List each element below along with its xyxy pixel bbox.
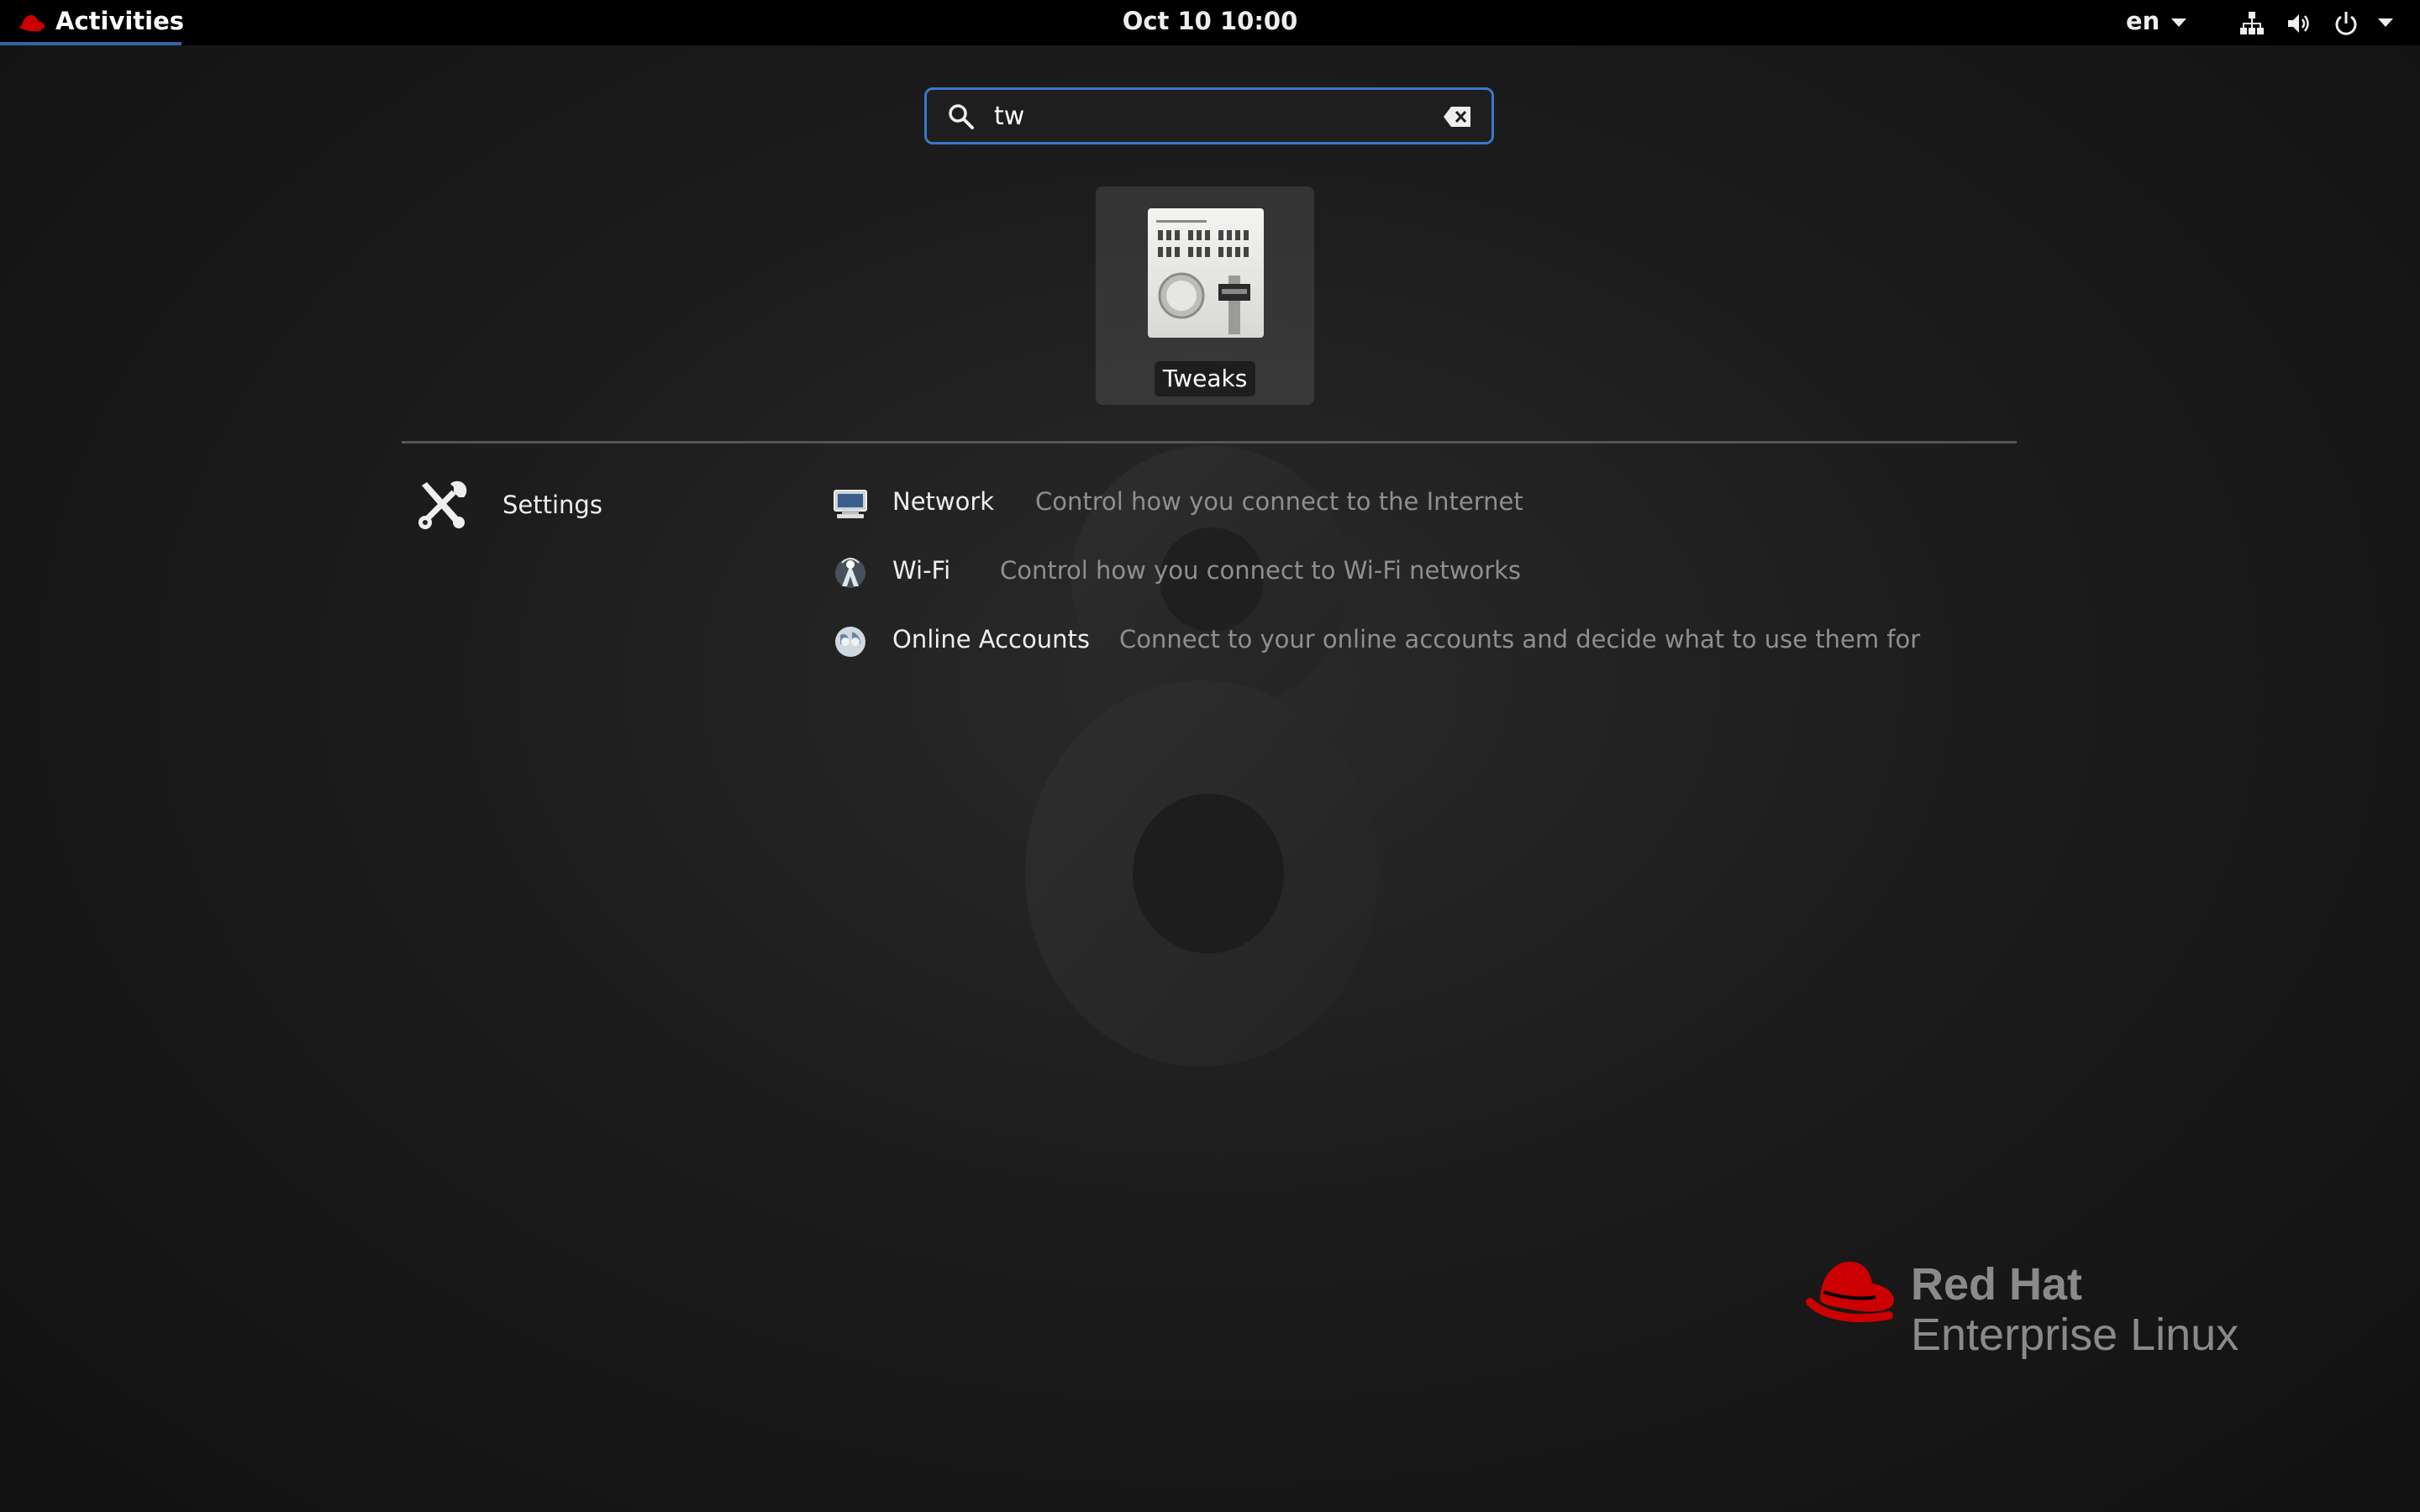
network-icon [834,490,867,518]
app-result-label: Tweaks [1155,361,1255,396]
result-network[interactable]: Network Control how you connect to the I… [832,479,1924,529]
volume-icon[interactable] [2286,10,2312,37]
activities-label: Activities [55,7,185,35]
results-separator [402,441,2017,444]
tweaks-icon [1148,208,1264,338]
search-input[interactable] [994,97,1414,135]
search-provider-settings[interactable]: Settings [415,479,667,539]
result-title: Network [892,487,995,516]
redhat-branding: Red Hat Enterprise Linux [1805,1258,2275,1376]
search-field[interactable] [924,87,1494,144]
result-online-accounts[interactable]: Online Accounts Connect to your online a… [832,617,1924,667]
result-description: Control how you connect to Wi-Fi network… [1000,556,1522,585]
clock[interactable]: Oct 10 10:00 [1092,7,1328,35]
result-description: Connect to your online accounts and deci… [1119,625,1921,654]
language-dropdown-icon[interactable] [2171,18,2186,27]
settings-tools-icon [418,480,467,529]
online-accounts-icon [835,627,865,657]
redhat-icon [18,15,45,32]
top-bar: Activities Oct 10 10:00 en [0,0,2420,45]
branding-line2: Enterprise Linux [1911,1310,2239,1360]
branding-line1: Red Hat [1911,1259,2083,1310]
result-wifi[interactable]: Wi-Fi Control how you connect to Wi-Fi n… [832,548,1924,598]
wifi-icon [835,558,865,588]
app-result-tweaks[interactable]: Tweaks [1096,186,1314,405]
clear-text-icon[interactable] [1443,105,1473,129]
system-menu-dropdown-icon[interactable] [2378,18,2393,27]
result-description: Control how you connect to the Internet [1035,487,1523,516]
wallpaper-number-eight [1025,445,1378,1067]
language-indicator[interactable]: en [2126,7,2160,35]
redhat-logo-icon [1806,1262,1894,1323]
desktop-overview: Activities Oct 10 10:00 en tw Tweaks Set… [0,0,2420,1512]
power-icon[interactable] [2333,10,2360,37]
result-title: Wi-Fi [892,556,951,585]
search-icon [949,104,974,129]
result-title: Online Accounts [892,625,1090,654]
network-wired-icon[interactable] [2238,10,2265,37]
search-provider-label: Settings [502,491,602,519]
activities-button[interactable]: Activities [0,0,185,45]
